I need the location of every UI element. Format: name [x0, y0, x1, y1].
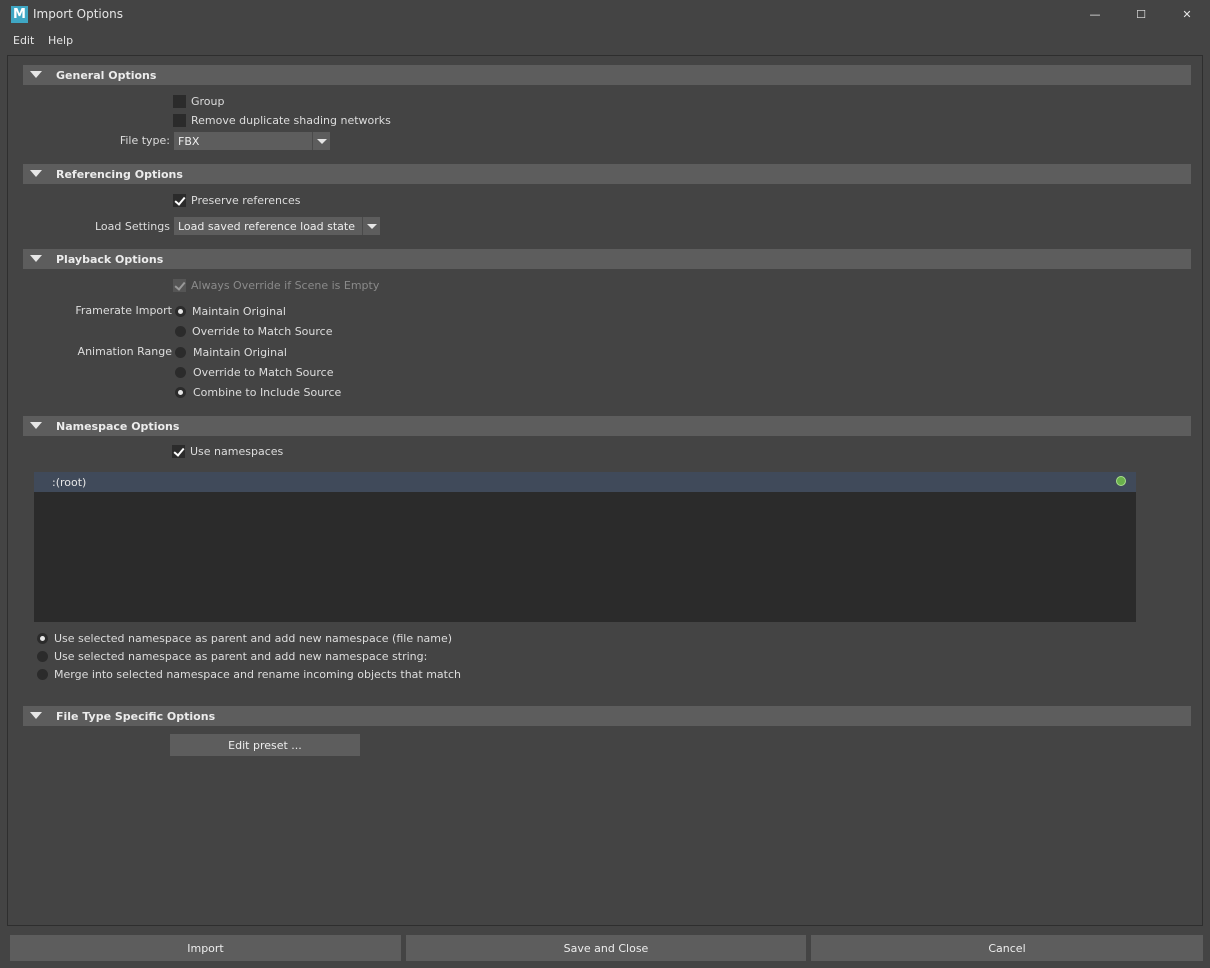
menu-help[interactable]: Help	[48, 34, 73, 47]
preserve-references-checkbox[interactable]	[173, 194, 186, 207]
collapse-triangle-icon	[30, 170, 42, 177]
framerate-override-radio[interactable]	[175, 326, 186, 337]
anim-range-option-label: Combine to Include Source	[193, 386, 342, 399]
always-override-checkbox[interactable]	[173, 279, 186, 292]
maya-app-icon: M	[11, 6, 28, 23]
collapse-triangle-icon	[30, 255, 42, 262]
anim-range-option-label: Override to Match Source	[193, 366, 334, 379]
namespace-root-row[interactable]: :(root)	[34, 472, 1136, 492]
maximize-icon[interactable]: ☐	[1118, 0, 1164, 29]
load-settings-dropdown[interactable]: Load saved reference load state	[174, 217, 380, 235]
framerate-option-label: Override to Match Source	[192, 325, 333, 338]
save-and-close-button[interactable]: Save and Close	[406, 935, 806, 961]
section-title: General Options	[56, 69, 157, 82]
options-panel: General Options Group Remove duplicate s…	[7, 55, 1203, 926]
always-override-label: Always Override if Scene is Empty	[191, 279, 380, 292]
preserve-references-label: Preserve references	[191, 194, 301, 207]
referencing-options-header[interactable]: Referencing Options	[23, 164, 1191, 184]
namespace-tree[interactable]: :(root)	[34, 472, 1136, 622]
section-title: Namespace Options	[56, 420, 180, 433]
title-bar: M Import Options — ☐ ✕	[0, 0, 1210, 29]
collapse-triangle-icon	[30, 71, 42, 78]
file-type-label: File type:	[119, 134, 170, 147]
framerate-import-label: Framerate Import	[75, 304, 172, 317]
merge-option-label: Use selected namespace as parent and add…	[54, 650, 428, 663]
menu-bar: Edit Help	[0, 29, 1210, 51]
load-settings-value: Load saved reference load state	[178, 220, 356, 233]
remove-duplicate-label: Remove duplicate shading networks	[191, 114, 391, 127]
general-options-header[interactable]: General Options	[23, 65, 1191, 85]
file-type-value: FBX	[178, 135, 200, 148]
merge-option-radio[interactable]	[37, 651, 48, 662]
namespace-root-label: :(root)	[52, 476, 87, 489]
anim-range-maintain-radio[interactable]	[175, 347, 186, 358]
section-title: Playback Options	[56, 253, 164, 266]
animation-range-label: Animation Range	[77, 345, 172, 358]
file-type-specific-header[interactable]: File Type Specific Options	[23, 706, 1191, 726]
group-checkbox[interactable]	[173, 95, 186, 108]
cancel-button[interactable]: Cancel	[811, 935, 1203, 961]
import-button[interactable]: Import	[10, 935, 401, 961]
remove-duplicate-checkbox[interactable]	[173, 114, 186, 127]
merge-option-radio[interactable]	[37, 669, 48, 680]
use-namespaces-label: Use namespaces	[190, 445, 284, 458]
merge-option-label: Merge into selected namespace and rename…	[54, 668, 461, 681]
collapse-triangle-icon	[30, 712, 42, 719]
framerate-maintain-radio[interactable]	[175, 306, 186, 317]
dropdown-arrow-icon	[312, 132, 330, 150]
window-title: Import Options	[33, 7, 123, 21]
group-label: Group	[191, 95, 225, 108]
edit-preset-button[interactable]: Edit preset ...	[170, 734, 360, 756]
load-settings-label: Load Settings	[94, 220, 170, 233]
menu-edit[interactable]: Edit	[13, 34, 34, 47]
anim-range-override-radio[interactable]	[175, 367, 186, 378]
framerate-option-label: Maintain Original	[192, 305, 286, 318]
section-title: File Type Specific Options	[56, 710, 216, 723]
collapse-triangle-icon	[30, 422, 42, 429]
file-type-dropdown[interactable]: FBX	[174, 132, 330, 150]
merge-option-label: Use selected namespace as parent and add…	[54, 632, 453, 645]
dropdown-arrow-icon	[362, 217, 380, 235]
playback-options-header[interactable]: Playback Options	[23, 249, 1191, 269]
current-namespace-indicator-icon	[1116, 476, 1126, 486]
minimize-icon[interactable]: —	[1072, 0, 1118, 29]
section-title: Referencing Options	[56, 168, 183, 181]
close-icon[interactable]: ✕	[1164, 0, 1210, 29]
namespace-options-header[interactable]: Namespace Options	[23, 416, 1191, 436]
anim-range-combine-radio[interactable]	[175, 387, 186, 398]
use-namespaces-checkbox[interactable]	[172, 445, 185, 458]
merge-option-radio[interactable]	[37, 633, 48, 644]
anim-range-option-label: Maintain Original	[193, 346, 287, 359]
